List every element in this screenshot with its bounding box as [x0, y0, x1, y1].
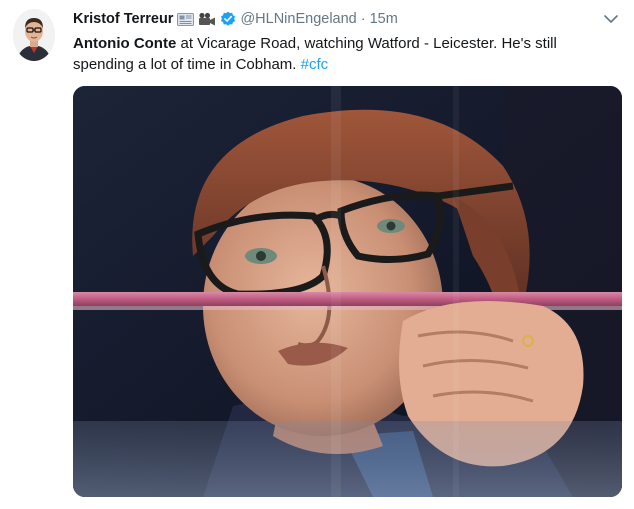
bold-lead: Antonio Conte	[73, 35, 177, 52]
timestamp[interactable]: 15m	[370, 11, 398, 27]
author-name[interactable]: Kristof Terreur	[73, 11, 173, 27]
hashtag-link[interactable]: #cfc	[301, 56, 329, 73]
tweet-text: Antonio Conte at Vicarage Road, watching…	[73, 33, 613, 75]
newspaper-icon	[177, 12, 195, 27]
author-handle[interactable]: @HLNinEngeland	[240, 11, 356, 27]
tweet-header: Kristof Terreur @HLNinEngeland · 15m	[73, 8, 398, 30]
chevron-down-icon[interactable]	[602, 12, 620, 26]
meta-separator: ·	[360, 11, 366, 27]
movie-camera-icon	[198, 12, 216, 27]
verified-badge-icon	[220, 11, 236, 27]
tweet-photo[interactable]	[73, 86, 622, 497]
avatar[interactable]	[13, 9, 55, 61]
tweet: Kristof Terreur @HLNinEngeland · 15m Ant…	[0, 0, 634, 509]
